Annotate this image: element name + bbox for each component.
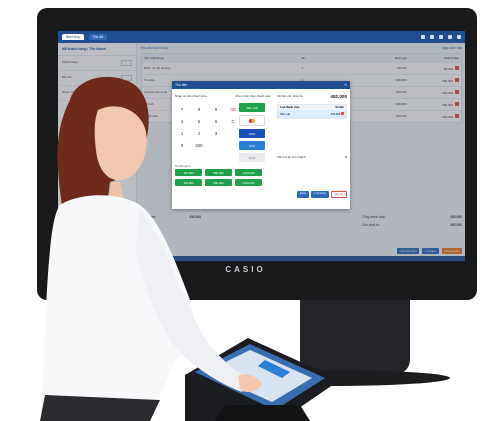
cashier-photo bbox=[40, 76, 340, 421]
cashier bbox=[40, 76, 262, 421]
